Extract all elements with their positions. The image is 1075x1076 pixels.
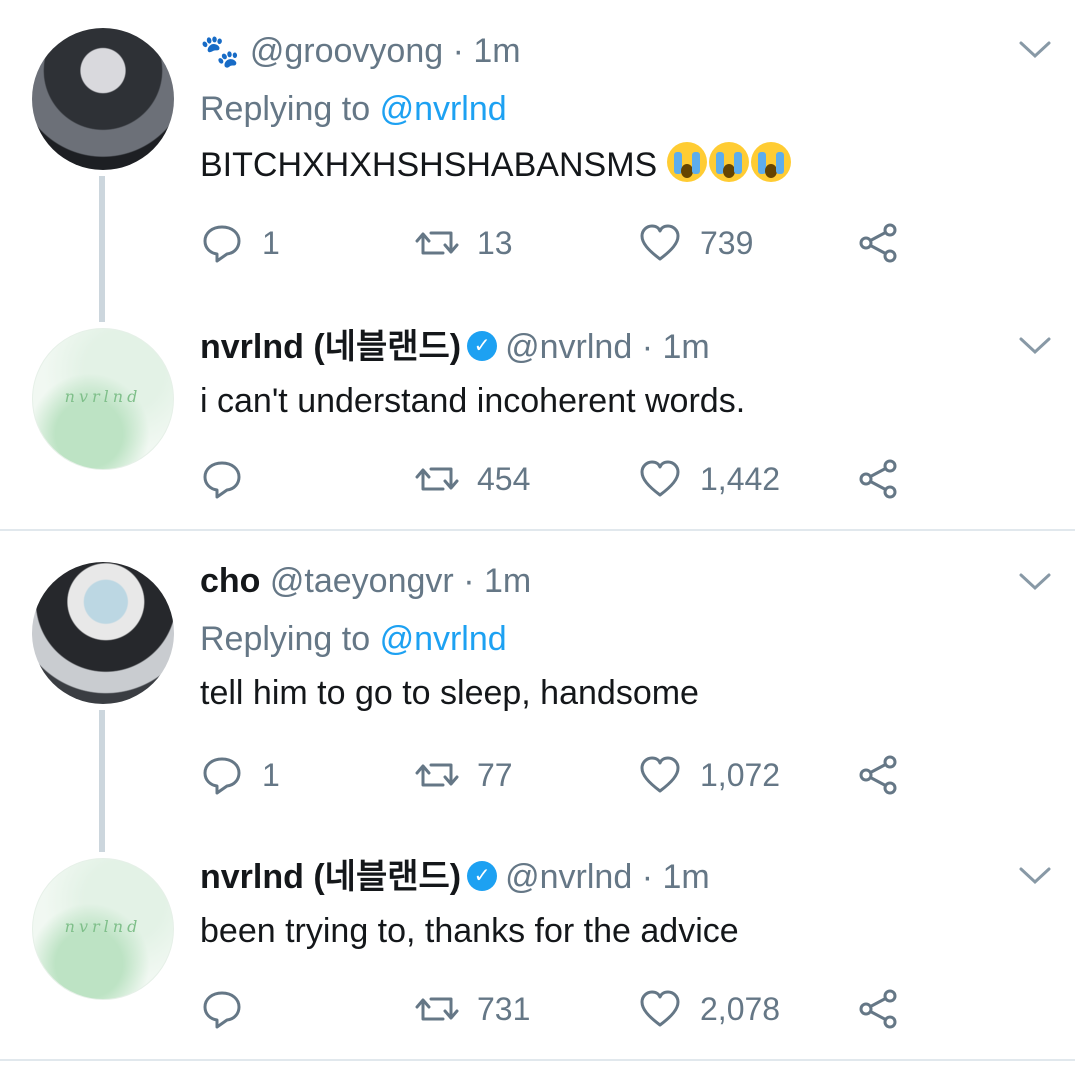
retweet-icon xyxy=(415,467,459,491)
reply-icon xyxy=(203,757,241,795)
avatar[interactable]: nvrlnd xyxy=(32,858,174,1000)
share-icon xyxy=(859,989,897,1029)
tweet-nvrlnd[interactable]: nvrlnd nvrlnd (네블랜드) ✓ @nvrlnd · 1m i can'… xyxy=(0,296,1075,532)
display-name[interactable]: cho xyxy=(200,562,260,600)
crying-face-icon xyxy=(667,142,708,182)
thread-divider xyxy=(0,1059,1075,1061)
like-button[interactable]: 739 xyxy=(638,218,753,268)
retweet-button[interactable]: 454 xyxy=(415,454,530,504)
retweet-count: 454 xyxy=(477,460,531,497)
action-bar: 454 1,442 xyxy=(200,454,920,504)
tweet-text: i can't understand incoherent words. xyxy=(200,382,746,420)
retweet-count: 77 xyxy=(477,756,513,793)
reply-icon xyxy=(203,991,241,1029)
retweet-count: 13 xyxy=(477,224,513,261)
separator: · xyxy=(641,858,654,896)
retweet-icon xyxy=(415,231,459,255)
mention-link[interactable]: @nvrlnd xyxy=(380,620,507,658)
retweet-icon xyxy=(415,763,459,787)
tweet-cho[interactable]: cho @taeyongvr · 1m Replying to @nvrlnd … xyxy=(0,532,1075,852)
tweet-text: been trying to, thanks for the advice xyxy=(200,912,739,950)
mention-link[interactable]: @nvrlnd xyxy=(380,90,507,128)
like-count: 1,072 xyxy=(700,756,781,793)
avatar[interactable] xyxy=(32,28,174,170)
share-icon xyxy=(859,459,897,499)
chevron-down-icon[interactable] xyxy=(1018,866,1052,886)
replying-prefix: Replying to xyxy=(200,620,371,658)
tweet-header: nvrlnd (네블랜드) ✓ @nvrlnd · 1m xyxy=(200,326,710,368)
tweet-header: 🐾 @groovyong · 1m xyxy=(200,30,521,72)
replying-to: Replying to @nvrlnd xyxy=(200,88,507,130)
like-count: 2,078 xyxy=(700,990,781,1027)
crying-emoji-group xyxy=(667,142,793,186)
action-bar: 1 77 1,072 xyxy=(200,750,920,800)
chevron-down-icon[interactable] xyxy=(1018,572,1052,592)
tweet-text-content: BITCHXHXHSHSHABANSMS xyxy=(200,146,658,184)
replying-prefix: Replying to xyxy=(200,90,371,128)
share-button[interactable] xyxy=(856,454,900,504)
retweet-button[interactable]: 731 xyxy=(415,984,530,1034)
avatar[interactable]: nvrlnd xyxy=(32,328,174,470)
heart-icon xyxy=(640,224,680,261)
replying-to: Replying to @nvrlnd xyxy=(200,618,507,660)
tweet-nvrlnd[interactable]: nvrlnd nvrlnd (네블랜드) ✓ @nvrlnd · 1m been t… xyxy=(0,826,1075,1062)
like-count: 739 xyxy=(700,224,754,261)
display-name[interactable]: nvrlnd (네블랜드) xyxy=(200,858,461,896)
like-count: 1,442 xyxy=(700,460,781,497)
like-button[interactable]: 1,072 xyxy=(638,750,780,800)
share-button[interactable] xyxy=(856,218,900,268)
timestamp[interactable]: 1m xyxy=(473,32,520,70)
heart-icon xyxy=(640,990,680,1027)
timestamp[interactable]: 1m xyxy=(662,858,709,896)
verified-badge-icon: ✓ xyxy=(467,861,498,892)
separator: · xyxy=(452,32,464,70)
retweet-count: 731 xyxy=(477,990,531,1027)
chevron-down-icon[interactable] xyxy=(1018,336,1052,356)
avatar-logo-text: nvrlnd xyxy=(64,917,142,936)
timestamp[interactable]: 1m xyxy=(484,562,531,600)
user-handle[interactable]: @nvrlnd xyxy=(505,328,632,366)
crying-face-icon xyxy=(751,142,792,182)
user-handle[interactable]: @nvrlnd xyxy=(505,858,632,896)
share-icon xyxy=(859,755,897,795)
share-button[interactable] xyxy=(856,984,900,1034)
crying-face-icon xyxy=(709,142,750,182)
reply-button[interactable]: 1 xyxy=(200,218,280,268)
action-bar: 731 2,078 xyxy=(200,984,920,1034)
chevron-down-icon[interactable] xyxy=(1018,40,1052,60)
display-name[interactable]: nvrlnd (네블랜드) xyxy=(200,328,461,366)
like-button[interactable]: 1,442 xyxy=(638,454,780,504)
user-handle[interactable]: @groovyong xyxy=(250,32,443,70)
separator: · xyxy=(641,328,654,366)
avatar[interactable] xyxy=(32,562,174,704)
reply-icon xyxy=(203,461,241,499)
tweet-groovyong[interactable]: 🐾 @groovyong · 1m Replying to @nvrlnd BIT… xyxy=(0,0,1075,322)
tweet-text: BITCHXHXHSHSHABANSMS xyxy=(200,142,793,186)
reply-button[interactable]: 1 xyxy=(200,750,280,800)
reply-count: 1 xyxy=(262,224,280,261)
tweet-text: tell him to go to sleep, handsome xyxy=(200,674,699,712)
avatar-logo-text: nvrlnd xyxy=(64,387,142,406)
paw-prints-icon: 🐾 xyxy=(200,33,240,69)
share-icon xyxy=(859,223,897,263)
user-handle[interactable]: @taeyongvr xyxy=(270,562,454,600)
reply-button[interactable] xyxy=(200,454,262,504)
like-button[interactable]: 2,078 xyxy=(638,984,780,1034)
heart-icon xyxy=(640,756,680,793)
reply-button[interactable] xyxy=(200,984,262,1034)
reply-icon xyxy=(203,225,241,263)
retweet-button[interactable]: 77 xyxy=(415,750,513,800)
tweet-header: nvrlnd (네블랜드) ✓ @nvrlnd · 1m xyxy=(200,856,710,898)
heart-icon xyxy=(640,460,680,497)
retweet-icon xyxy=(415,997,459,1021)
tweet-header: cho @taeyongvr · 1m xyxy=(200,560,531,602)
retweet-button[interactable]: 13 xyxy=(415,218,513,268)
share-button[interactable] xyxy=(856,750,900,800)
timestamp[interactable]: 1m xyxy=(662,328,709,366)
thread-divider xyxy=(0,529,1075,531)
action-bar: 1 13 739 xyxy=(200,218,920,268)
verified-badge-icon: ✓ xyxy=(467,331,498,362)
reply-count: 1 xyxy=(262,756,280,793)
separator: · xyxy=(463,562,475,600)
